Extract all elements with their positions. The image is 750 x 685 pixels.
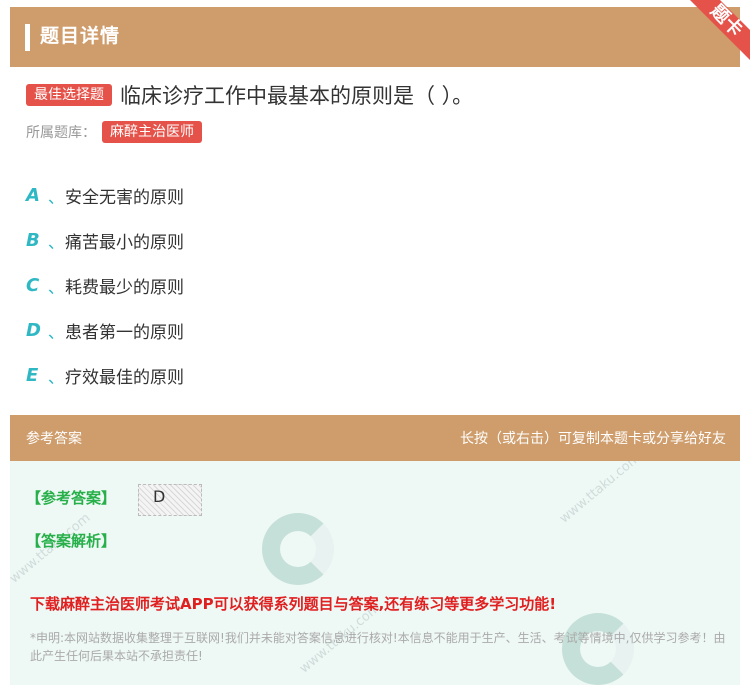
- analysis-label: 【答案解析】: [26, 532, 117, 550]
- option-letter: C: [26, 275, 40, 296]
- option-a[interactable]: A 、 安全无害的原则: [26, 173, 184, 218]
- option-d[interactable]: D 、 患者第一的原则: [26, 308, 184, 353]
- source-row: 所属题库： 麻醉主治医师: [26, 121, 202, 143]
- option-text: 患者第一的原则: [65, 323, 184, 343]
- disclaimer-text: *申明:本网站数据收集整理于互联网!我们并未能对答案信息进行核对!本信息不能用于…: [30, 631, 726, 663]
- answer-bar: 参考答案 长按（或右击）可复制本题卡或分享给好友: [10, 415, 740, 461]
- answer-body: www.ttaku.com www.ttaku.com www.ttaku.co…: [10, 461, 740, 685]
- download-promo-link[interactable]: 下载麻醉主治医师考试APP可以获得系列题目与答案,还有练习等更多学习功能!: [30, 593, 556, 614]
- option-b[interactable]: B 、 痛苦最小的原则: [26, 218, 184, 263]
- option-c[interactable]: C 、 耗费最少的原则: [26, 263, 184, 308]
- option-text: 耗费最少的原则: [65, 278, 184, 298]
- option-separator: 、: [48, 322, 65, 342]
- answer-value: D: [153, 487, 166, 506]
- question-type-tag: 最佳选择题: [26, 84, 112, 106]
- option-letter: D: [26, 320, 41, 341]
- header-bar: 题目详情: [10, 7, 740, 67]
- header-accent: [25, 24, 30, 51]
- page-title: 题目详情: [40, 25, 121, 47]
- option-separator: 、: [48, 187, 65, 207]
- option-text: 痛苦最小的原则: [65, 233, 184, 253]
- option-letter: B: [26, 230, 40, 251]
- option-text: 疗效最佳的原则: [65, 368, 184, 388]
- question-row: 最佳选择题 临床诊疗工作中最基本的原则是（ ）。: [26, 80, 473, 110]
- option-letter: E: [26, 365, 39, 386]
- share-hint: 长按（或右击）可复制本题卡或分享给好友: [460, 431, 726, 447]
- option-letter: A: [26, 185, 40, 206]
- option-text: 安全无害的原则: [65, 188, 184, 208]
- question-text: 临床诊疗工作中最基本的原则是（ ）。: [120, 84, 474, 108]
- options-list: A 、 安全无害的原则 B 、 痛苦最小的原则 C 、 耗费最少的原则 D 、 …: [26, 173, 184, 398]
- option-separator: 、: [48, 277, 65, 297]
- answer-value-box: [138, 484, 202, 516]
- answer-label: 【参考答案】: [26, 489, 117, 507]
- answer-section-title: 参考答案: [26, 431, 82, 447]
- option-separator: 、: [48, 367, 65, 387]
- source-label: 所属题库：: [26, 125, 96, 141]
- option-e[interactable]: E 、 疗效最佳的原则: [26, 353, 184, 398]
- corner-ribbon: 题卡: [650, 0, 750, 100]
- watermark-url-icon: www.ttaku.com: [556, 461, 644, 527]
- watermark-logo-icon: [262, 513, 334, 585]
- source-tag[interactable]: 麻醉主治医师: [102, 121, 202, 143]
- option-separator: 、: [48, 232, 65, 252]
